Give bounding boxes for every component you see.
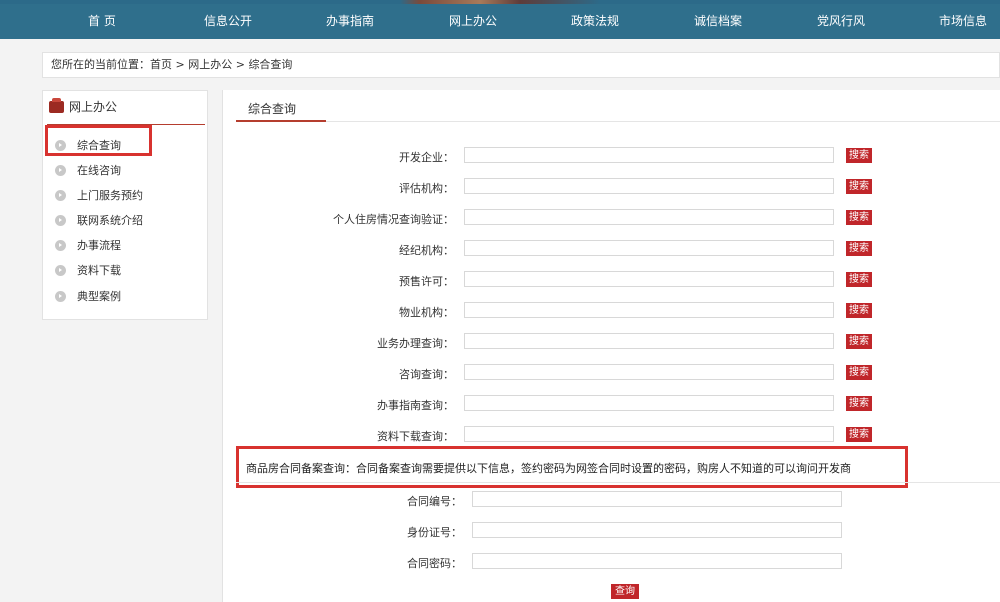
tab-comprehensive-query[interactable]: 综合查询 <box>236 96 326 122</box>
nav-online-office[interactable]: 网上办公 <box>449 4 497 39</box>
property-mgmt-input[interactable] <box>464 302 834 318</box>
sidebar-item-onsite-appointment[interactable]: 上门服务预约 <box>55 187 195 205</box>
sidebar-item-label: 上门服务预约 <box>77 189 143 202</box>
sidebar-item-process[interactable]: 办事流程 <box>55 237 195 255</box>
arrow-circle-icon <box>55 215 66 226</box>
nav-home[interactable]: 首 页 <box>88 4 116 39</box>
highlight-box-sidebar <box>45 125 152 156</box>
download-query-search-button[interactable]: 搜索 <box>846 427 872 442</box>
developer-input[interactable] <box>464 147 834 163</box>
consult-query-search-button[interactable]: 搜索 <box>846 365 872 380</box>
business-query-search-button[interactable]: 搜索 <box>846 334 872 349</box>
appraisal-label: 评估机构： <box>399 182 454 195</box>
developer-label: 开发企业： <box>399 151 454 164</box>
sidebar-title: 网上办公 <box>69 100 118 114</box>
contract-query-note-body: 合同备案查询需要提供以下信息，签约密码为网签合同时设置的密码，购房人不知道的可以… <box>356 462 851 475</box>
sidebar-item-label: 办事流程 <box>77 239 121 252</box>
guide-query-input[interactable] <box>464 395 834 411</box>
business-query-input[interactable] <box>464 333 834 349</box>
housing-verify-input[interactable] <box>464 209 834 225</box>
arrow-circle-icon <box>55 240 66 251</box>
nav-info-disclosure[interactable]: 信息公开 <box>204 4 252 39</box>
contract-query-note-title: 商品房合同备案查询： <box>246 462 356 475</box>
nav-credit-records[interactable]: 诚信档案 <box>694 4 742 39</box>
tab-label: 综合查询 <box>248 102 297 116</box>
breadcrumb-separator: > <box>172 58 189 71</box>
breadcrumb-current: 综合查询 <box>248 58 293 71</box>
housing-verify-label: 个人住房情况查询验证： <box>333 213 454 226</box>
property-mgmt-label: 物业机构： <box>399 306 454 319</box>
sidebar-item-label: 资料下载 <box>77 264 121 277</box>
contract-password-label: 合同密码： <box>407 557 462 570</box>
arrow-circle-icon <box>55 265 66 276</box>
briefcase-icon <box>49 98 64 113</box>
brokerage-label: 经纪机构： <box>399 244 454 257</box>
tab-divider <box>236 121 1000 122</box>
nav-service-guide[interactable]: 办事指南 <box>326 4 374 39</box>
contract-password-input[interactable] <box>472 553 842 569</box>
housing-verify-search-button[interactable]: 搜索 <box>846 210 872 225</box>
main-nav: 首 页 信息公开 办事指南 网上办公 政策法规 诚信档案 党风行风 市场信息 <box>0 4 1000 39</box>
contract-number-input[interactable] <box>472 491 842 507</box>
breadcrumb-home-link[interactable]: 首页 <box>150 58 172 71</box>
nav-market-info[interactable]: 市场信息 <box>939 4 987 39</box>
sidebar-item-label: 联网系统介绍 <box>77 214 143 227</box>
breadcrumb: 您所在的当前位置：首页 > 网上办公 > 综合查询 <box>42 52 1000 78</box>
consult-query-label: 咨询查询： <box>399 368 454 381</box>
brokerage-input[interactable] <box>464 240 834 256</box>
sidebar-item-label: 在线咨询 <box>77 164 121 177</box>
consult-query-input[interactable] <box>464 364 834 380</box>
breadcrumb-section-link[interactable]: 网上办公 <box>188 58 232 71</box>
arrow-circle-icon <box>55 291 66 302</box>
sidebar-header: 网上办公 <box>47 98 205 125</box>
sidebar-item-online-consult[interactable]: 在线咨询 <box>55 162 195 180</box>
sidebar-item-network-intro[interactable]: 联网系统介绍 <box>55 212 195 230</box>
id-number-input[interactable] <box>472 522 842 538</box>
presale-permit-label: 预售许可： <box>399 275 454 288</box>
sidebar-item-cases[interactable]: 典型案例 <box>55 288 195 306</box>
presale-permit-search-button[interactable]: 搜索 <box>846 272 872 287</box>
download-query-input[interactable] <box>464 426 834 442</box>
download-query-label: 资料下载查询： <box>377 430 454 443</box>
guide-query-search-button[interactable]: 搜索 <box>846 396 872 411</box>
contract-query-button[interactable]: 查询 <box>611 584 639 599</box>
breadcrumb-prefix: 您所在的当前位置： <box>51 58 150 71</box>
id-number-label: 身份证号： <box>407 526 462 539</box>
appraisal-search-button[interactable]: 搜索 <box>846 179 872 194</box>
guide-query-label: 办事指南查询： <box>377 399 454 412</box>
section-divider <box>236 482 1000 483</box>
sidebar-item-label: 典型案例 <box>77 290 121 303</box>
contract-number-label: 合同编号： <box>407 495 462 508</box>
contract-query-note: 商品房合同备案查询：合同备案查询需要提供以下信息，签约密码为网签合同时设置的密码… <box>246 460 851 476</box>
breadcrumb-separator: > <box>232 58 249 71</box>
nav-party-conduct[interactable]: 党风行风 <box>817 4 865 39</box>
nav-policies[interactable]: 政策法规 <box>571 4 619 39</box>
brokerage-search-button[interactable]: 搜索 <box>846 241 872 256</box>
property-mgmt-search-button[interactable]: 搜索 <box>846 303 872 318</box>
arrow-circle-icon <box>55 190 66 201</box>
sidebar-item-downloads[interactable]: 资料下载 <box>55 262 195 280</box>
developer-search-button[interactable]: 搜索 <box>846 148 872 163</box>
presale-permit-input[interactable] <box>464 271 834 287</box>
arrow-circle-icon <box>55 165 66 176</box>
appraisal-input[interactable] <box>464 178 834 194</box>
business-query-label: 业务办理查询： <box>377 337 454 350</box>
